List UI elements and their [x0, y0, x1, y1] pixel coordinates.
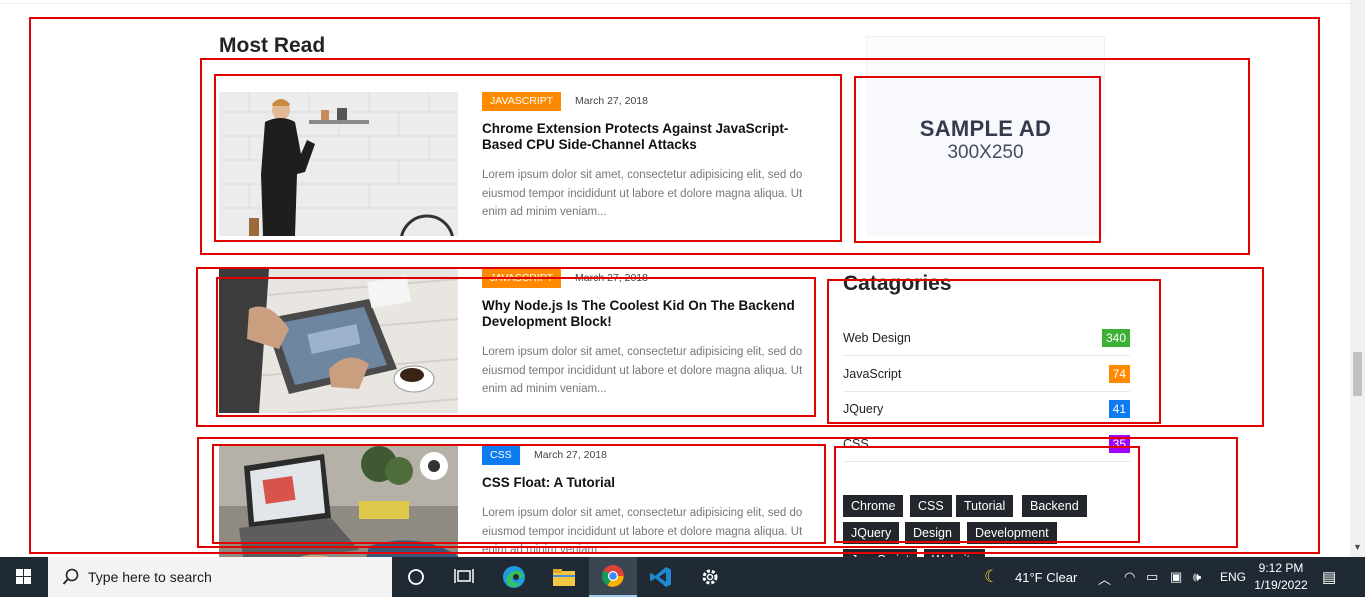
battery-icon[interactable]: ▭: [1146, 569, 1158, 585]
tag-tutorial[interactable]: Tutorial: [956, 495, 1014, 517]
tag-backend[interactable]: Backend: [1022, 495, 1087, 517]
category-count-badge: 35: [1108, 435, 1130, 453]
volume-icon[interactable]: 🕪: [1193, 569, 1201, 585]
weather-moon-icon[interactable]: ☾: [984, 567, 999, 587]
category-item-web-design[interactable]: Web Design 340: [843, 321, 1130, 356]
post-excerpt-1: Lorem ipsum dolor sit amet, consectetur …: [482, 169, 803, 218]
windows-logo-icon: [16, 569, 31, 584]
tag-development[interactable]: Development: [967, 522, 1057, 544]
post-date-2: March 27, 2018: [575, 272, 648, 284]
clock-time[interactable]: 9:12 PM: [1255, 561, 1307, 575]
display-icon[interactable]: ▣: [1170, 569, 1182, 585]
category-name: JQuery: [843, 402, 884, 416]
notification-center-icon[interactable]: ▤: [1322, 568, 1336, 586]
post-excerpt-2: Lorem ipsum dolor sit amet, consectetur …: [482, 346, 803, 395]
category-item-javascript[interactable]: JavaScript 74: [843, 357, 1130, 392]
post-tag-1[interactable]: JAVASCRIPT: [482, 92, 562, 111]
page-scrollbar[interactable]: ▼: [1350, 0, 1365, 557]
most-read-title: Most Read: [219, 34, 326, 57]
chevron-up-icon[interactable]: ︿: [1098, 569, 1111, 588]
category-name: CSS: [843, 437, 869, 451]
post-title-3[interactable]: CSS Float: A Tutorial: [482, 475, 822, 491]
tag-jquery[interactable]: JQuery: [843, 522, 900, 544]
file-explorer-icon[interactable]: [540, 557, 588, 597]
tag-design[interactable]: Design: [905, 522, 960, 544]
sample-ad-banner[interactable]: SAMPLE AD 300X250: [866, 80, 1105, 236]
scrollbar-thumb[interactable]: [1353, 352, 1362, 396]
post-thumbnail-2[interactable]: [219, 269, 458, 413]
post-thumbnail-1[interactable]: [219, 92, 458, 236]
post-thumbnail-3[interactable]: [219, 446, 458, 557]
language-indicator[interactable]: ENG: [1220, 570, 1246, 584]
category-name: Web Design: [843, 331, 911, 345]
search-icon: [62, 568, 79, 585]
category-count-badge: 340: [1101, 329, 1130, 347]
vscode-icon[interactable]: [637, 557, 685, 597]
browser-viewport: Most Read JAVASCRIPT March 27, 2018 Chro…: [0, 0, 1350, 557]
taskbar-search-box[interactable]: Type here to search: [48, 557, 392, 597]
post-title-2[interactable]: Why Node.js Is The Coolest Kid On The Ba…: [482, 298, 822, 330]
task-view-icon[interactable]: [440, 557, 488, 597]
header-divider: [0, 0, 1350, 4]
category-count-badge: 41: [1108, 400, 1130, 418]
cortana-icon[interactable]: [392, 557, 440, 597]
ad-headline: SAMPLE AD: [919, 116, 1052, 141]
category-name: JavaScript: [843, 367, 902, 381]
ad-size-label: 300X250: [947, 142, 1024, 163]
tag-css[interactable]: CSS: [910, 495, 952, 517]
category-item-jquery[interactable]: JQuery 41: [843, 392, 1130, 427]
category-count-badge: 74: [1108, 365, 1130, 383]
wifi-icon[interactable]: ◠: [1124, 569, 1135, 585]
tag-javascript[interactable]: JavaScript: [843, 549, 918, 557]
tag-chrome[interactable]: Chrome: [843, 495, 904, 517]
post-date-3: March 27, 2018: [534, 449, 607, 461]
post-date-1: March 27, 2018: [575, 95, 648, 107]
post-title-1[interactable]: Chrome Extension Protects Against JavaSc…: [482, 121, 822, 153]
windows-start-button[interactable]: [0, 557, 48, 597]
search-placeholder: Type here to search: [88, 569, 212, 585]
clock-date[interactable]: 1/19/2022: [1250, 578, 1312, 592]
chrome-browser-icon[interactable]: [589, 557, 637, 597]
post-tag-2[interactable]: JAVASCRIPT: [482, 269, 562, 288]
windows-taskbar: Type here to search ☾ 41°F Clear ︿ ◠ ▭ ▣…: [0, 557, 1365, 597]
settings-gear-icon[interactable]: [686, 557, 734, 597]
post-excerpt-3: Lorem ipsum dolor sit amet, consectetur …: [482, 507, 803, 556]
weather-status[interactable]: 41°F Clear: [1015, 570, 1077, 585]
post-tag-3[interactable]: CSS: [482, 446, 520, 465]
scroll-down-arrow-icon[interactable]: ▼: [1353, 541, 1362, 553]
tag-website[interactable]: Website: [924, 549, 985, 557]
edge-browser-icon[interactable]: [490, 557, 538, 597]
categories-title: Catagories: [843, 272, 952, 295]
category-item-css[interactable]: CSS 35: [843, 427, 1130, 462]
